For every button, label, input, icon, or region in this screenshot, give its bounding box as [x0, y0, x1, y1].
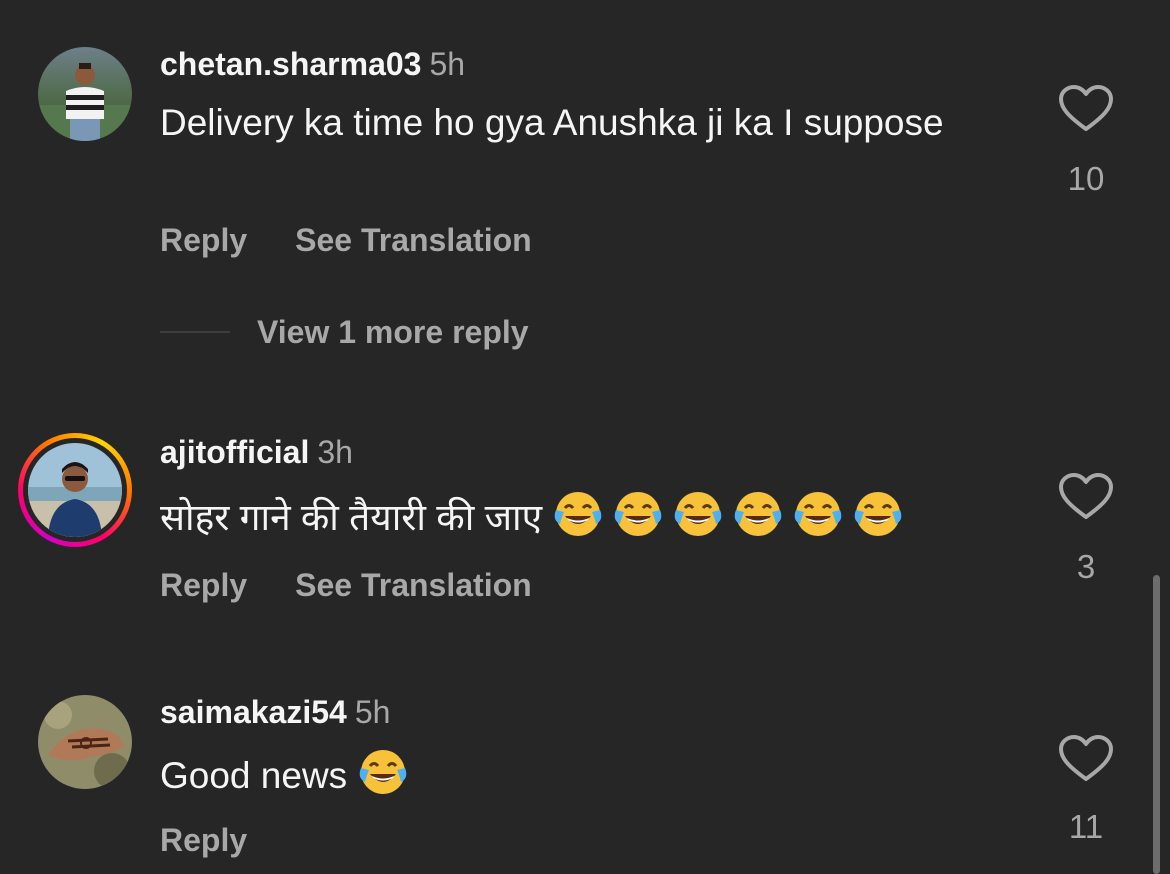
see-translation-button[interactable]: See Translation [295, 567, 532, 603]
like-count: 3 [1076, 548, 1096, 585]
comment-actions: Reply [160, 820, 247, 860]
comment-header: ajitofficial 3h [160, 432, 353, 472]
timestamp: 5h [429, 46, 466, 82]
timestamp: 5h [354, 694, 391, 730]
face-with-tears-of-joy-icon [360, 750, 407, 794]
face-with-tears-of-joy-icon [735, 492, 782, 536]
comment-text-content: Good news [160, 755, 348, 796]
comment-text: सोहर गाने की तैयारी की जाए [160, 488, 960, 541]
view-more-replies[interactable]: View 1 more reply [160, 312, 660, 352]
scrollbar[interactable] [1153, 575, 1160, 874]
comment-header: chetan.sharma03 5h [160, 44, 465, 84]
comments-screen: chetan.sharma03 5h Delivery ka time ho gy… [0, 0, 1170, 874]
see-translation-button[interactable]: See Translation [295, 222, 532, 258]
face-with-tears-of-joy-icon [795, 492, 842, 536]
reply-button[interactable]: Reply [160, 567, 247, 603]
face-with-tears-of-joy-icon [675, 492, 722, 536]
avatar[interactable] [28, 443, 122, 537]
face-with-tears-of-joy-icon [615, 492, 662, 536]
reply-thread-line [160, 331, 230, 333]
face-with-tears-of-joy-icon [855, 492, 902, 536]
heart-outline-icon[interactable] [1058, 473, 1114, 521]
avatar[interactable] [38, 695, 132, 789]
reply-button[interactable]: Reply [160, 822, 247, 858]
emoji-row [542, 492, 912, 538]
heart-outline-icon[interactable] [1058, 735, 1114, 783]
comment-text-hindi: सोहर गाने की तैयारी की जाए [160, 497, 543, 538]
username[interactable]: ajitofficial [160, 434, 309, 470]
like-count: 11 [1068, 808, 1104, 845]
like-count: 10 [1067, 160, 1105, 197]
comment-text: Good news [160, 746, 960, 799]
comment-actions: Reply See Translation [160, 565, 532, 605]
username[interactable]: chetan.sharma03 [160, 46, 421, 82]
comment-header: saimakazi54 5h [160, 692, 390, 732]
view-more-replies-label[interactable]: View 1 more reply [257, 312, 529, 352]
username[interactable]: saimakazi54 [160, 694, 347, 730]
timestamp: 3h [317, 434, 353, 470]
comment-actions: Reply See Translation [160, 220, 532, 260]
comment-text: Delivery ka time ho gya Anushka ji ka I … [160, 102, 944, 143]
face-with-tears-of-joy-icon [555, 492, 602, 536]
reply-button[interactable]: Reply [160, 222, 247, 258]
avatar[interactable] [38, 47, 132, 141]
heart-outline-icon[interactable] [1058, 85, 1114, 133]
